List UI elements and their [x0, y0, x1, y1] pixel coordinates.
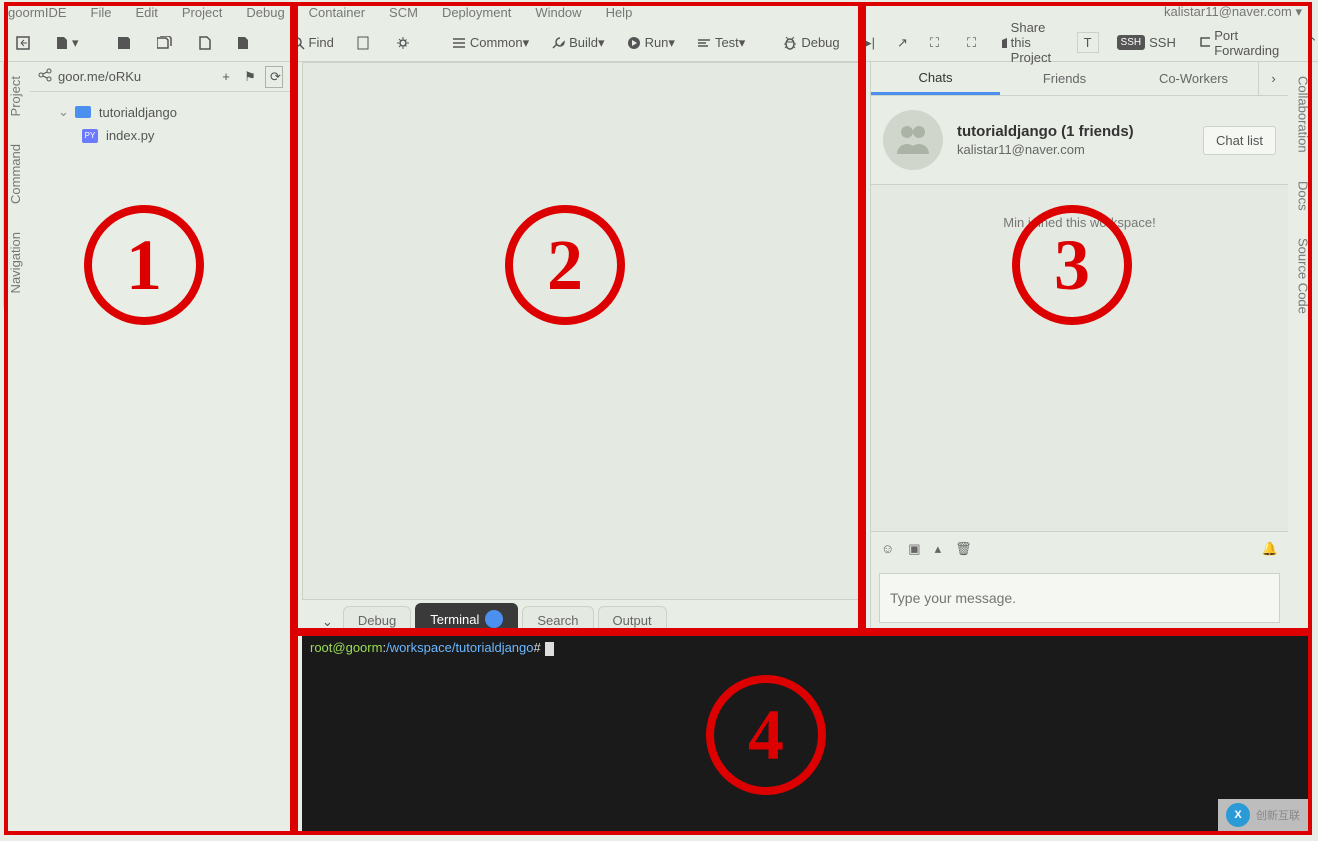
menu-debug[interactable]: Debug — [246, 5, 284, 20]
port-forwarding-button[interactable]: Port Forwarding — [1194, 24, 1289, 62]
terminal-badge-icon — [485, 610, 503, 628]
ssh-button[interactable]: SSHSSH — [1111, 31, 1182, 54]
chevron-down-icon[interactable]: ⌄ — [312, 610, 343, 634]
project-header: goor.me/oRKu + ⚑ ⟳ — [30, 62, 291, 92]
terminal-cursor — [545, 642, 554, 656]
terminal[interactable]: root@goorm:/workspace/tutorialdjango# — [302, 634, 1312, 835]
tab-output[interactable]: Output — [598, 606, 667, 634]
save-icon[interactable] — [111, 32, 141, 54]
system-message: Min joined this workspace! — [871, 215, 1288, 230]
menu-window[interactable]: Window — [535, 5, 581, 20]
common-dropdown[interactable]: Common ▾ — [446, 31, 535, 55]
menu-file[interactable]: File — [91, 5, 112, 20]
caret-up-icon[interactable]: ▴ — [935, 541, 942, 557]
terminal-path: /workspace/tutorialdjango — [386, 640, 533, 655]
folder-label: tutorialdjango — [99, 105, 177, 120]
folder-icon — [75, 106, 91, 118]
share-icon[interactable] — [38, 68, 52, 85]
chevron-up-icon[interactable]: ⌃ — [1301, 31, 1318, 55]
project-url: goor.me/oRKu — [58, 69, 211, 84]
save-all-icon[interactable] — [151, 32, 183, 54]
tab-debug[interactable]: Debug — [343, 606, 411, 634]
tab-chats[interactable]: Chats — [871, 62, 1000, 95]
watermark: X 创新互联 — [1218, 799, 1308, 831]
file-icon[interactable] — [193, 32, 221, 54]
menu-help[interactable]: Help — [606, 5, 633, 20]
bottom-tabs: ⌄ Debug Terminal Search Output — [302, 604, 862, 634]
left-sidebar: Project Command Navigation — [0, 62, 30, 835]
refresh-icon[interactable]: ⟳ — [265, 66, 283, 88]
tab-source-code[interactable]: Source Code — [1292, 224, 1315, 328]
editor-area[interactable] — [302, 62, 862, 600]
bell-icon[interactable]: 🔔 — [1262, 541, 1278, 557]
collaboration-panel: Chats Friends Co-Workers › tutorialdjang… — [870, 62, 1288, 631]
doc-icon[interactable] — [350, 32, 380, 54]
tab-coworkers[interactable]: Co-Workers — [1129, 62, 1258, 95]
terminal-user: root@goorm — [310, 640, 382, 655]
gear-icon[interactable] — [390, 32, 420, 54]
avatar — [883, 110, 943, 170]
expand-icon[interactable]: ⛶ — [961, 31, 982, 55]
menu-container[interactable]: Container — [309, 5, 365, 20]
build-dropdown[interactable]: Build ▾ — [545, 31, 610, 55]
menu-project[interactable]: Project — [182, 5, 222, 20]
new-file-icon[interactable]: ▾ — [50, 31, 85, 55]
text-icon[interactable]: T — [1077, 32, 1099, 53]
step-over-icon[interactable]: ▶| — [856, 31, 881, 55]
tab-search[interactable]: Search — [522, 606, 593, 634]
watermark-logo-icon: X — [1226, 803, 1250, 827]
tab-project[interactable]: Project — [3, 62, 27, 130]
flag-icon[interactable]: ⚑ — [241, 69, 259, 85]
test-dropdown[interactable]: Test ▾ — [691, 31, 751, 55]
collab-tabs: Chats Friends Co-Workers › — [871, 62, 1288, 96]
find-button[interactable]: Find — [285, 31, 340, 54]
menu-edit[interactable]: Edit — [135, 5, 157, 20]
file-tree: ⌄ tutorialdjango PY index.py — [30, 92, 291, 155]
menu-scm[interactable]: SCM — [389, 5, 418, 20]
chat-input-wrapper — [879, 573, 1280, 623]
tree-file[interactable]: PY index.py — [34, 124, 287, 147]
chat-user-email: kalistar11@naver.com — [957, 142, 1203, 157]
chevron-down-icon: ⌄ — [58, 104, 69, 120]
tab-terminal[interactable]: Terminal — [415, 603, 518, 634]
add-icon[interactable]: + — [217, 69, 235, 84]
redo-icon[interactable]: ↗ — [891, 31, 914, 55]
right-sidebar: Collaboration Docs Source Code — [1288, 62, 1318, 328]
tree-folder[interactable]: ⌄ tutorialdjango — [34, 100, 287, 124]
file-label: index.py — [106, 128, 154, 143]
project-panel: goor.me/oRKu + ⚑ ⟳ ⌄ tutorialdjango PY i… — [30, 62, 292, 835]
menu-brand[interactable]: goormIDE — [8, 5, 67, 20]
tab-command[interactable]: Command — [3, 130, 27, 218]
file2-icon[interactable] — [231, 32, 259, 54]
fullscreen-icon[interactable]: ⛶ — [924, 31, 945, 55]
python-file-icon: PY — [82, 129, 98, 143]
tab-friends[interactable]: Friends — [1000, 62, 1129, 95]
menu-deployment[interactable]: Deployment — [442, 5, 511, 20]
watermark-text: 创新互联 — [1256, 807, 1300, 823]
tab-collaboration[interactable]: Collaboration — [1292, 62, 1315, 167]
run-dropdown[interactable]: Run ▾ — [621, 31, 681, 55]
chat-body: Min joined this workspace! — [871, 185, 1288, 531]
chat-input[interactable] — [880, 574, 1279, 622]
chat-list-button[interactable]: Chat list — [1203, 126, 1276, 155]
chat-toolbar: ☺ ▣ ▴ 🗑 🔔 — [871, 531, 1288, 565]
trash-icon[interactable]: 🗑 — [955, 541, 972, 557]
debug-button[interactable]: Debug — [777, 31, 845, 54]
tab-navigation[interactable]: Navigation — [3, 218, 27, 307]
exit-icon[interactable] — [10, 32, 40, 54]
chevron-right-icon[interactable]: › — [1258, 62, 1288, 95]
chat-user-name: tutorialdjango (1 friends) — [957, 123, 1203, 140]
chat-header: tutorialdjango (1 friends) kalistar11@na… — [871, 96, 1288, 185]
toolbar: ▾ Find Common ▾ Build ▾ Run ▾ Test ▾ Deb… — [0, 24, 1318, 62]
tab-docs[interactable]: Docs — [1292, 167, 1315, 225]
emoji-icon[interactable]: ☺ — [881, 541, 894, 556]
image-icon[interactable]: ▣ — [908, 541, 920, 557]
